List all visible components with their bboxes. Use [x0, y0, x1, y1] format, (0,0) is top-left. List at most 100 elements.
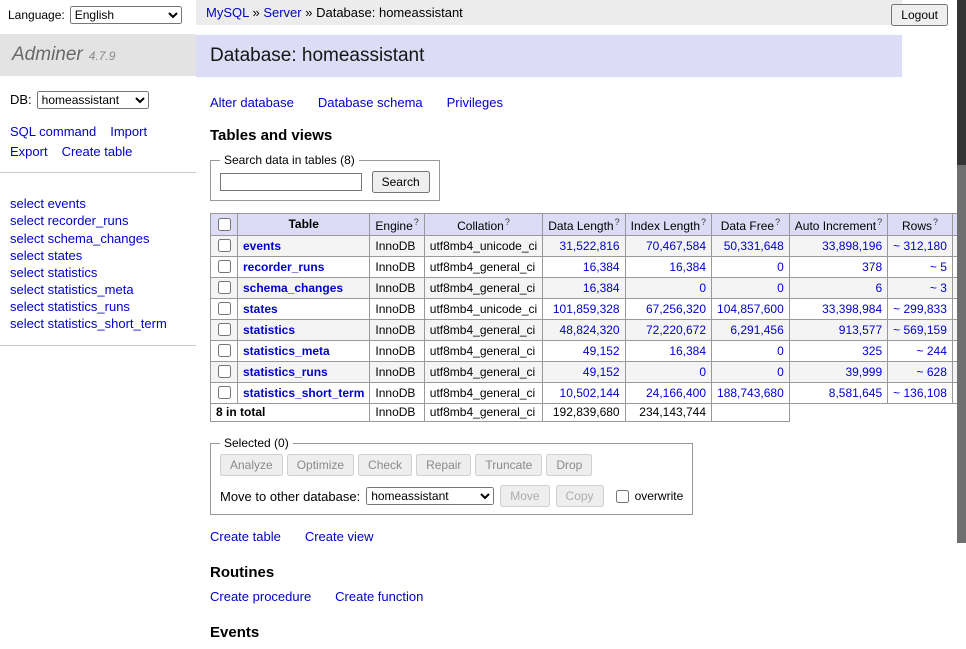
auto-increment-cell[interactable]: 8,581,645	[829, 386, 882, 400]
sidebar-table-link-select-statistics[interactable]: select statistics	[10, 265, 97, 280]
row-checkbox[interactable]	[218, 386, 231, 399]
auto-increment-cell[interactable]: 913,577	[839, 323, 882, 337]
logout-button[interactable]: Logout	[891, 4, 948, 26]
vertical-scrollbar[interactable]	[957, 0, 966, 543]
data-length-cell[interactable]: 16,384	[583, 281, 620, 295]
index-length-cell[interactable]: 24,166,400	[646, 386, 706, 400]
move-database-select[interactable]: homeassistant	[366, 487, 494, 505]
row-checkbox[interactable]	[218, 302, 231, 315]
scrollbar-thumb[interactable]	[957, 0, 966, 165]
data-free-cell[interactable]: 0	[777, 281, 784, 295]
optimize-button[interactable]: Optimize	[287, 454, 354, 476]
sidebar-table-link-select-schema-changes[interactable]: select schema_changes	[10, 231, 149, 246]
data-length-cell[interactable]: 49,152	[583, 344, 620, 358]
index-length-cell[interactable]: 16,384	[669, 260, 706, 274]
create-procedure-link[interactable]: Create procedure	[210, 589, 311, 604]
data-length-cell[interactable]: 101,859,328	[553, 302, 620, 316]
rows-cell[interactable]: ~ 136,108	[893, 386, 947, 400]
data-length-cell[interactable]: 16,384	[583, 260, 620, 274]
overwrite-checkbox[interactable]	[616, 490, 629, 503]
rows-cell[interactable]: ~ 244	[917, 344, 947, 358]
data-free-cell[interactable]: 0	[777, 344, 784, 358]
data-length-cell[interactable]: 48,824,320	[560, 323, 620, 337]
table-name-link-statistics-short-term[interactable]: statistics_short_term	[243, 386, 364, 400]
sidebar-table-link-select-statistics-short-term[interactable]: select statistics_short_term	[10, 316, 167, 331]
help-icon[interactable]: ?	[615, 217, 620, 227]
data-free-cell[interactable]: 50,331,648	[724, 239, 784, 253]
data-free-cell[interactable]: 0	[777, 365, 784, 379]
create-table-link[interactable]: Create table	[210, 529, 281, 544]
row-checkbox[interactable]	[218, 239, 231, 252]
table-name-link-statistics-runs[interactable]: statistics_runs	[243, 365, 328, 379]
auto-increment-cell[interactable]: 378	[862, 260, 882, 274]
row-checkbox[interactable]	[218, 260, 231, 273]
search-button[interactable]: Search	[372, 171, 430, 193]
sidebar-link-export[interactable]: Export	[10, 142, 48, 162]
sidebar-link-create-table[interactable]: Create table	[62, 142, 133, 162]
rows-cell[interactable]: ~ 312,180	[893, 239, 947, 253]
sidebar-link-import[interactable]: Import	[110, 122, 147, 142]
table-name-link-states[interactable]: states	[243, 302, 278, 316]
auto-increment-cell[interactable]: 33,898,196	[822, 239, 882, 253]
table-name-link-schema-changes[interactable]: schema_changes	[243, 281, 343, 295]
help-icon[interactable]: ?	[877, 217, 882, 227]
sidebar-table-link-select-recorder-runs[interactable]: select recorder_runs	[10, 213, 129, 228]
analyze-button[interactable]: Analyze	[220, 454, 283, 476]
row-checkbox[interactable]	[218, 365, 231, 378]
auto-increment-cell[interactable]: 325	[862, 344, 882, 358]
sidebar-table-link-select-events[interactable]: select events	[10, 196, 86, 211]
breadcrumb-link-mysql[interactable]: MySQL	[206, 5, 249, 20]
help-icon[interactable]: ?	[701, 217, 706, 227]
table-name-link-recorder-runs[interactable]: recorder_runs	[243, 260, 324, 274]
copy-button[interactable]: Copy	[556, 485, 604, 507]
check-button[interactable]: Check	[358, 454, 412, 476]
db-select[interactable]: homeassistant	[37, 91, 149, 109]
data-free-cell[interactable]: 0	[777, 260, 784, 274]
auto-increment-cell[interactable]: 33,398,984	[822, 302, 882, 316]
truncate-button[interactable]: Truncate	[475, 454, 542, 476]
sidebar-table-link-select-statistics-meta[interactable]: select statistics_meta	[10, 282, 134, 297]
index-length-cell[interactable]: 16,384	[669, 344, 706, 358]
select-all-checkbox[interactable]	[218, 218, 231, 231]
create-function-link[interactable]: Create function	[335, 589, 423, 604]
data-free-cell[interactable]: 188,743,680	[717, 386, 784, 400]
search-input[interactable]	[220, 173, 362, 191]
row-checkbox[interactable]	[218, 323, 231, 336]
sidebar-table-link-select-states[interactable]: select states	[10, 248, 82, 263]
language-select[interactable]: English	[70, 6, 182, 24]
index-length-cell[interactable]: 70,467,584	[646, 239, 706, 253]
rows-cell[interactable]: ~ 3	[930, 281, 947, 295]
help-icon[interactable]: ?	[775, 217, 780, 227]
data-length-cell[interactable]: 31,522,816	[560, 239, 620, 253]
create-view-link[interactable]: Create view	[305, 529, 374, 544]
help-icon[interactable]: ?	[933, 217, 938, 227]
privileges-link[interactable]: Privileges	[447, 95, 503, 110]
help-icon[interactable]: ?	[414, 217, 419, 227]
row-checkbox[interactable]	[218, 344, 231, 357]
rows-cell[interactable]: ~ 299,833	[893, 302, 947, 316]
index-length-cell[interactable]: 0	[699, 281, 706, 295]
data-length-cell[interactable]: 49,152	[583, 365, 620, 379]
sidebar-table-link-select-statistics-runs[interactable]: select statistics_runs	[10, 299, 130, 314]
repair-button[interactable]: Repair	[416, 454, 471, 476]
help-icon[interactable]: ?	[505, 217, 510, 227]
index-length-cell[interactable]: 72,220,672	[646, 323, 706, 337]
alter-database-link[interactable]: Alter database	[210, 95, 294, 110]
table-name-link-statistics[interactable]: statistics	[243, 323, 295, 337]
data-length-cell[interactable]: 10,502,144	[560, 386, 620, 400]
rows-cell[interactable]: ~ 569,159	[893, 323, 947, 337]
auto-increment-cell[interactable]: 39,999	[845, 365, 882, 379]
move-button[interactable]: Move	[500, 485, 549, 507]
breadcrumb-link-server[interactable]: Server	[263, 5, 301, 20]
rows-cell[interactable]: ~ 5	[930, 260, 947, 274]
drop-button[interactable]: Drop	[546, 454, 592, 476]
rows-cell[interactable]: ~ 628	[917, 365, 947, 379]
data-free-cell[interactable]: 6,291,456	[730, 323, 783, 337]
row-checkbox[interactable]	[218, 281, 231, 294]
database-schema-link[interactable]: Database schema	[318, 95, 423, 110]
auto-increment-cell[interactable]: 6	[875, 281, 882, 295]
index-length-cell[interactable]: 67,256,320	[646, 302, 706, 316]
data-free-cell[interactable]: 104,857,600	[717, 302, 784, 316]
sidebar-link-sql-command[interactable]: SQL command	[10, 122, 96, 142]
index-length-cell[interactable]: 0	[699, 365, 706, 379]
